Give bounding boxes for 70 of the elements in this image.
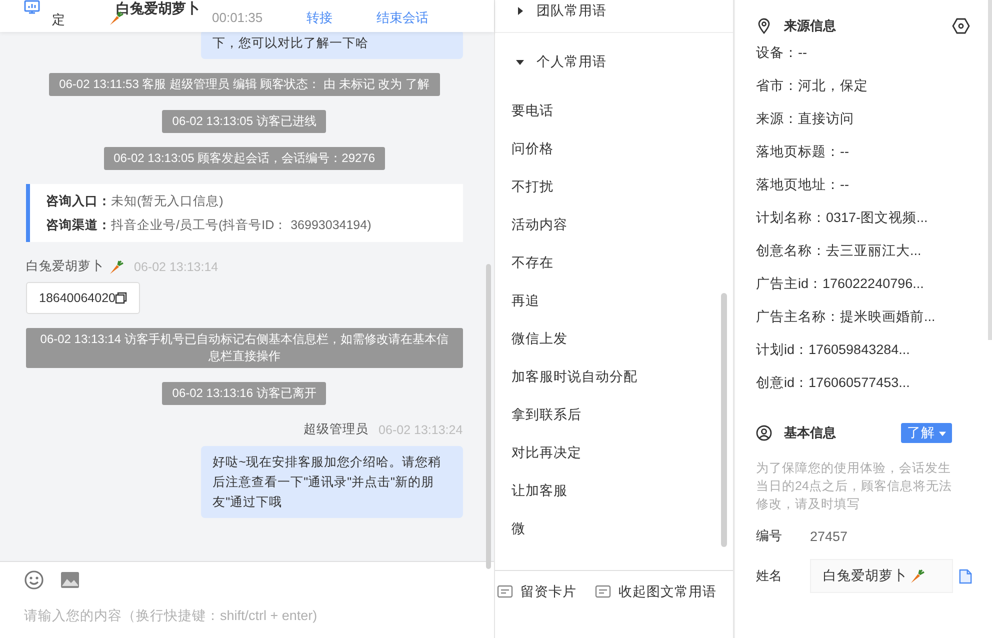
field-label: 姓名 [756,567,783,585]
agent-message: 下，您可以对比了解一下哈 [200,32,463,59]
source-info-row-text: 创意id：176060577453... [756,374,911,392]
section-title: 来源信息 [784,17,836,35]
section-title: 基本信息 [784,424,836,442]
phrase-item[interactable]: 对比再决定 [494,434,733,472]
location-pin-icon [756,18,772,34]
user-circle-icon [756,425,772,441]
source-info-row-text: 来源：直接访问 [756,110,855,128]
phrase-item[interactable]: 问价格 [494,130,733,168]
source-info-row-text: 计划id：176059843284... [756,341,911,359]
settings-icon[interactable] [952,17,970,35]
source-info-row-text: 设备：-- [756,44,808,62]
phrase-item[interactable]: 要电话 [494,92,733,130]
phrase-item[interactable]: 不打扰 [494,168,733,206]
system-notice: 06-02 13:13:05 访客已进线 [162,110,326,133]
carrot-icon [909,568,925,584]
carrot-icon [108,258,124,274]
phrase-action-button[interactable]: 收起图文常用语 [594,583,717,601]
phrase-item[interactable]: 加客服时说自动分配 [494,358,733,396]
message-time: 06-02 13:13:24 [378,422,463,436]
agent-message: 好哒~现在安排客服加您介绍哈。请您稍后注意查看一下"通讯录"并点击"新的朋友"通过下哦 [200,446,463,518]
source-info-row-text: 广告主名称：提米映画婚前... [756,308,936,326]
copy-icon[interactable] [115,292,128,304]
caret-down-icon [514,57,525,67]
scrollbar[interactable] [486,264,491,569]
info-label: 咨询入口： [46,194,111,208]
visitor-location: 定 [52,11,66,29]
phrase-item[interactable]: 再追 [494,282,733,320]
info-value: 抖音企业号/员工号(抖音号ID： 36993034194) [111,218,372,232]
scrollbar[interactable] [721,293,727,547]
source-info-row-text: 落地页地址：-- [756,176,850,194]
message-text: 18640064020 [39,291,116,305]
emoji-icon[interactable] [24,570,44,590]
phrase-group-toggle[interactable]: 个人常用语 [494,33,607,77]
name-field[interactable]: 白兔爱胡萝卜 [810,559,953,593]
phrase-item[interactable]: 不存在 [494,244,733,282]
info-value: 未知(暂无入口信息) [111,194,224,208]
message-input[interactable]: 请输入您的内容（换行快捷键：shift/ctrl + enter) [24,608,464,623]
source-info-row-text: 计划名称：0317-图文视频... [756,209,929,227]
source-info-row-text: 落地页标题：-- [756,143,850,161]
message-time: 06-02 13:13:14 [134,260,218,274]
source-info-row-text: 创意名称：去三亚丽江大... [756,242,922,260]
phrase-item[interactable]: 让加客服 [494,472,733,510]
scrollbar[interactable] [988,0,992,340]
phrase-item[interactable]: 拿到联系后 [494,396,733,434]
phrase-action-button[interactable]: 留资卡片 [496,583,577,601]
message-card-icon [594,584,611,600]
message-card-icon [496,584,513,600]
monitor-icon [24,0,40,15]
system-notice: 06-02 13:13:16 访客已离开 [162,382,326,405]
image-icon[interactable] [60,570,80,590]
info-label: 咨询渠道： [46,218,111,232]
source-info-row-text: 省市：河北，保定 [756,77,869,95]
sender-name: 超级管理员 [304,421,369,438]
document-icon[interactable] [959,568,972,584]
source-info-row-text: 广告主id：176022240796... [756,275,925,293]
notice-text: 为了保障您的使用体验，会话发生当日的24点之后，顾客信息将无法修改，请及时填写 [756,460,953,513]
phrase-item[interactable]: 微信上发 [494,320,733,358]
system-notice: 06-02 13:11:53 客服 超级管理员 编辑 顾客状态： 由 未标记 改为 了解 [49,73,440,96]
field-value: 27457 [810,528,848,544]
sender-name: 白兔爱胡萝卜 [26,258,104,275]
phrase-group-toggle[interactable]: 团队常用语 [494,0,607,32]
system-notice: 06-02 13:13:05 顾客发起会话，会话编号：29276 [104,147,386,170]
phrase-item[interactable]: 活动内容 [494,206,733,244]
field-label: 编号 [756,527,783,545]
session-time: 00:01:35 [212,9,263,27]
phrase-item[interactable]: 微 [494,510,733,548]
system-notice: 06-02 13:13:14 访客手机号已自动标记右侧基本信息栏，如需修改请在基本信息栏直接操作 [26,328,463,368]
caret-down-icon [939,430,946,436]
